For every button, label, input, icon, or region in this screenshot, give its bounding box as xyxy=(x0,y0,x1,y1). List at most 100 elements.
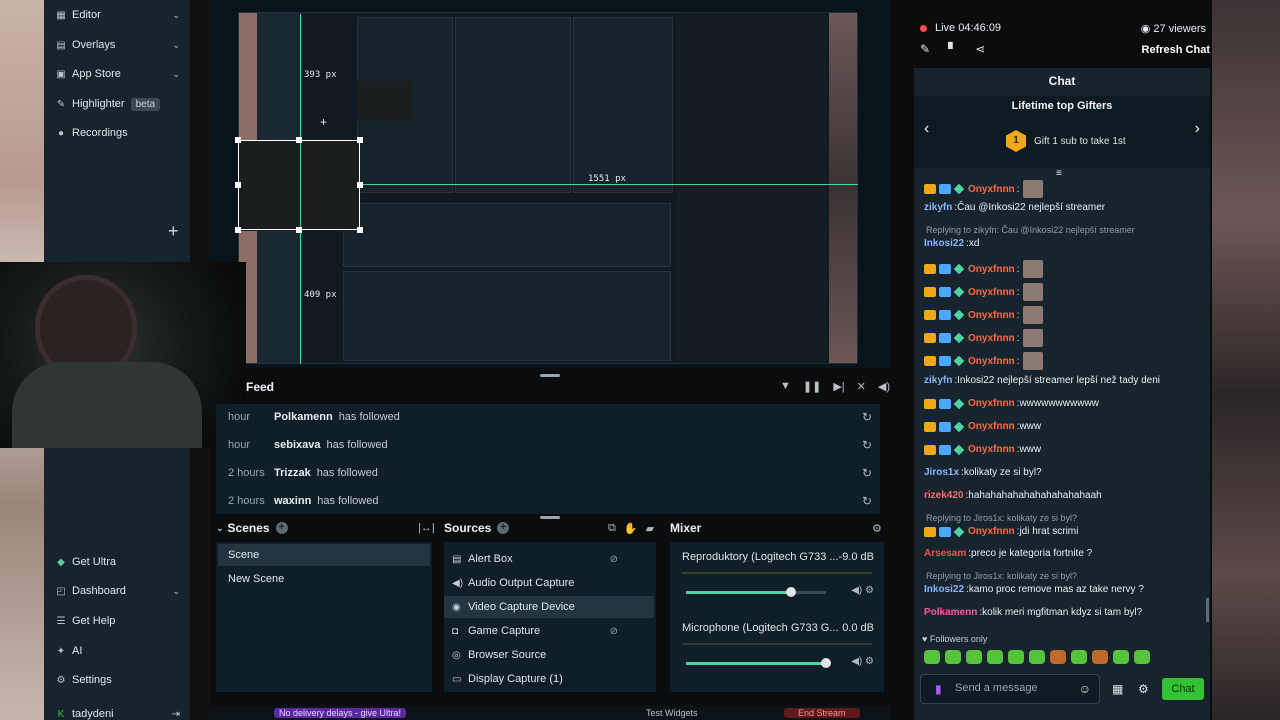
transition-icon[interactable]: |↔| xyxy=(418,522,435,534)
volume-slider[interactable] xyxy=(686,587,826,597)
source-item[interactable]: ▤ Alert Box ⊘ xyxy=(444,548,654,570)
resize-handle[interactable] xyxy=(235,137,241,143)
emote[interactable] xyxy=(987,650,1003,664)
chat-username[interactable]: Inkosi22 xyxy=(924,584,964,595)
emote[interactable] xyxy=(1050,650,1066,664)
ultra-warning[interactable]: No delivery delays - give Ultra! xyxy=(274,708,407,718)
emote[interactable] xyxy=(1134,650,1150,664)
gear-icon[interactable]: ⚙ xyxy=(865,585,874,596)
share-icon[interactable]: ⋖ xyxy=(975,42,985,56)
chat-username[interactable]: zikyfn xyxy=(924,375,952,386)
sidebar-item-highlighter[interactable]: ✎ Highlighter beta xyxy=(54,93,184,115)
nav-get-help[interactable]: ☰ Get Help xyxy=(54,615,116,627)
resize-handle[interactable] xyxy=(357,182,363,188)
chevron-left-icon[interactable]: ‹ xyxy=(924,120,929,138)
add-scene-icon[interactable]: + xyxy=(275,522,288,534)
resize-grip[interactable] xyxy=(540,374,560,377)
nav-user[interactable]: K tadydeni ⇥ xyxy=(54,708,180,720)
hidden-eye-icon[interactable]: ⊘ xyxy=(610,626,618,637)
chat-username[interactable]: Onyxfnnn xyxy=(968,333,1015,344)
gear-icon[interactable]: ⚙ xyxy=(1138,682,1149,696)
emote[interactable] xyxy=(1029,650,1045,664)
source-item[interactable]: ◎ Browser Source xyxy=(444,644,654,666)
repeat-alert-icon[interactable]: ↻ xyxy=(862,466,872,480)
send-chat-button[interactable]: Chat xyxy=(1162,678,1204,700)
speaker-icon[interactable]: ◀) xyxy=(851,585,862,596)
speaker-icon[interactable]: ◀) xyxy=(851,656,862,667)
logout-icon[interactable]: ⇥ xyxy=(172,709,180,720)
volume-slider[interactable] xyxy=(686,658,831,668)
folder-icon[interactable]: ▰ xyxy=(646,522,654,535)
sidebar-item-recordings[interactable]: ● Recordings xyxy=(54,122,184,144)
chat-scrollbar[interactable] xyxy=(1206,598,1209,622)
chat-username[interactable]: Onyxfnnn xyxy=(968,398,1015,409)
refresh-chat-button[interactable]: Refresh Chat xyxy=(1142,44,1210,56)
chat-username[interactable]: Onyxfnnn xyxy=(968,264,1015,275)
emoji-icon[interactable]: ☺ xyxy=(1079,682,1091,696)
resize-handle[interactable] xyxy=(296,137,302,143)
source-item[interactable]: ◀) Audio Output Capture xyxy=(444,572,654,594)
volume-knob[interactable] xyxy=(821,658,831,668)
resize-handle[interactable] xyxy=(357,227,363,233)
filter-icon[interactable]: ▼ xyxy=(780,380,791,393)
pin-icon[interactable]: ▘ xyxy=(948,42,957,56)
source-item[interactable]: ◘ Game Capture ⊘ xyxy=(444,620,654,642)
test-widgets-button[interactable]: Test Widgets xyxy=(646,708,698,718)
chat-username[interactable]: Onyxfnnn xyxy=(968,310,1015,321)
resize-grip[interactable] xyxy=(540,516,560,519)
scene-item[interactable]: New Scene xyxy=(218,568,430,590)
pinned-toggle-icon[interactable]: ≡ xyxy=(1056,168,1062,179)
emote[interactable] xyxy=(1071,650,1087,664)
nav-ai[interactable]: ✦ AI xyxy=(54,645,83,657)
chat-username[interactable]: Onyxfnnn xyxy=(968,526,1015,537)
chat-username[interactable]: rizek420 xyxy=(924,490,963,501)
chat-input[interactable] xyxy=(955,682,1075,694)
repeat-alert-icon[interactable]: ↻ xyxy=(862,438,872,452)
emote[interactable] xyxy=(945,650,961,664)
emote[interactable] xyxy=(1008,650,1024,664)
chat-username[interactable]: Onyxfnnn xyxy=(968,356,1015,367)
repeat-alert-icon[interactable]: ↻ xyxy=(862,410,872,424)
collapse-icon[interactable]: ⌄ xyxy=(216,523,224,534)
resize-handle[interactable] xyxy=(235,182,241,188)
source-item[interactable]: ◉ Video Capture Device xyxy=(444,596,654,618)
nav-dashboard[interactable]: ◰ Dashboard ⌄ xyxy=(54,585,180,597)
add-source-icon[interactable]: + xyxy=(497,522,510,534)
chat-username[interactable]: Onyxfnnn xyxy=(968,421,1015,432)
chat-username[interactable]: zikyfn xyxy=(924,202,952,213)
chevron-right-icon[interactable]: › xyxy=(1195,120,1200,138)
emote[interactable] xyxy=(924,650,940,664)
resize-handle[interactable] xyxy=(357,137,363,143)
emote[interactable] xyxy=(1092,650,1108,664)
scene-item[interactable]: Scene xyxy=(218,544,430,566)
feed-user[interactable]: Polkamenn xyxy=(274,411,333,423)
volume-knob[interactable] xyxy=(786,587,796,597)
gear-icon[interactable]: ⚙ xyxy=(865,656,874,667)
select-icon[interactable]: ⧉ xyxy=(608,522,616,535)
sidebar-item-editor[interactable]: ▦ Editor ⌄ xyxy=(54,4,184,26)
chat-username[interactable]: Arsesam xyxy=(924,548,966,559)
mixer-settings-icon[interactable]: ⚙ xyxy=(872,522,882,535)
selection-box[interactable] xyxy=(238,140,360,230)
chat-username[interactable]: Onyxfnnn xyxy=(968,184,1015,195)
resize-handle[interactable] xyxy=(235,227,241,233)
edit-icon[interactable]: ✎ xyxy=(920,42,930,56)
mic-icon[interactable]: ▮ xyxy=(935,682,942,696)
hand-icon[interactable]: ✋ xyxy=(624,522,638,535)
feed-user[interactable]: waxinn xyxy=(274,495,311,507)
feed-user[interactable]: Trizzak xyxy=(274,467,311,479)
editor-preview[interactable]: 393 px 409 px 1551 px + xyxy=(210,0,890,368)
gift-icon[interactable]: ▦ xyxy=(1112,682,1123,696)
sidebar-item-app-store[interactable]: ▣ App Store ⌄ xyxy=(54,63,184,85)
source-item[interactable]: ▭ Display Capture (1) xyxy=(444,668,654,690)
chat-username[interactable]: Jiros1x xyxy=(924,467,959,478)
chat-username[interactable]: Onyxfnnn xyxy=(968,444,1015,455)
emote[interactable] xyxy=(966,650,982,664)
pause-icon[interactable]: ❚❚ xyxy=(803,380,821,393)
repeat-alert-icon[interactable]: ↻ xyxy=(862,494,872,508)
hidden-eye-icon[interactable]: ⊘ xyxy=(610,554,618,565)
sidebar-item-overlays[interactable]: ▤ Overlays ⌄ xyxy=(54,34,184,56)
volume-icon[interactable]: ◀) xyxy=(878,380,890,393)
resize-handle[interactable] xyxy=(296,227,302,233)
nav-settings[interactable]: ⚙ Settings xyxy=(54,674,112,686)
